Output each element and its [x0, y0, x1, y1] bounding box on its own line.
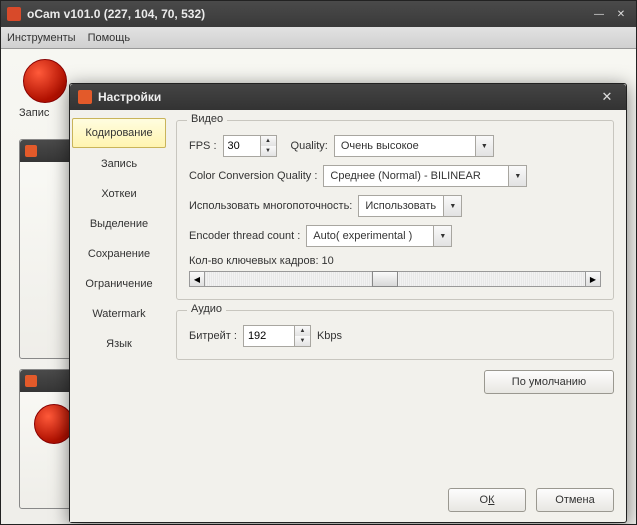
- encthreads-combo[interactable]: Auto( experimental ) ▼: [306, 225, 452, 247]
- chevron-down-icon[interactable]: ▼: [433, 226, 451, 246]
- window-controls: — ✕: [590, 7, 630, 21]
- settings-dialog: Настройки ✕ Кодирование Запись Хоткеи Вы…: [69, 83, 627, 523]
- ccq-row: Color Conversion Quality : Среднее (Norm…: [189, 165, 601, 187]
- ccq-value: Среднее (Normal) - BILINEAR: [324, 166, 508, 186]
- chevron-down-icon[interactable]: ▼: [508, 166, 526, 186]
- nav-language[interactable]: Язык: [72, 330, 166, 358]
- close-icon[interactable]: ✕: [612, 7, 630, 21]
- panel-icon: [25, 145, 37, 157]
- audio-group: Аудио Битрейт : ▲▼ Kbps: [176, 310, 614, 360]
- chevron-up-icon[interactable]: ▲: [261, 136, 276, 146]
- keyframes-row: Кол-во ключевых кадров: 10: [189, 255, 601, 267]
- multithread-combo[interactable]: Использовать ▼: [358, 195, 462, 217]
- dialog-icon: [78, 90, 92, 104]
- bitrate-input[interactable]: [244, 326, 294, 346]
- settings-nav: Кодирование Запись Хоткеи Выделение Сохр…: [70, 110, 168, 522]
- close-icon[interactable]: ✕: [596, 88, 618, 106]
- dialog-title: Настройки: [98, 90, 596, 104]
- ccq-combo[interactable]: Среднее (Normal) - BILINEAR ▼: [323, 165, 527, 187]
- keyframes-slider[interactable]: ◀ ▶: [189, 271, 601, 287]
- nav-limit[interactable]: Ограничение: [72, 270, 166, 298]
- main-body: Запис ISO MPEG-1 standard ( .AVI ) ISO M…: [1, 49, 636, 524]
- settings-content: Видео FPS : ▲▼ Quality: Очень высокое: [168, 110, 626, 522]
- dialog-footer: ОК Отмена: [448, 488, 614, 512]
- main-titlebar: oCam v101.0 (227, 104, 70, 532) — ✕: [1, 1, 636, 27]
- fps-spinner[interactable]: ▲▼: [223, 135, 277, 157]
- multithread-value: Использовать: [359, 196, 443, 216]
- chevron-down-icon[interactable]: ▼: [261, 146, 276, 156]
- audio-group-title: Аудио: [187, 303, 226, 315]
- encthreads-row: Encoder thread count : Auto( experimenta…: [189, 225, 601, 247]
- multithread-label: Использовать многопоточность:: [189, 200, 352, 212]
- dialog-titlebar[interactable]: Настройки ✕: [70, 84, 626, 110]
- defaults-row: По умолчанию: [176, 370, 614, 394]
- chevron-right-icon[interactable]: ▶: [585, 271, 601, 287]
- main-window: oCam v101.0 (227, 104, 70, 532) — ✕ Инст…: [0, 0, 637, 525]
- minimize-icon[interactable]: —: [590, 7, 608, 21]
- panel-icon: [25, 375, 37, 387]
- nav-hotkeys[interactable]: Хоткеи: [72, 180, 166, 208]
- slider-track[interactable]: [205, 271, 585, 287]
- ccq-label: Color Conversion Quality :: [189, 170, 317, 182]
- menu-help[interactable]: Помощь: [88, 32, 131, 44]
- menu-tools[interactable]: Инструменты: [7, 32, 76, 44]
- quality-value: Очень высокое: [335, 136, 475, 156]
- ok-button[interactable]: ОК: [448, 488, 526, 512]
- nav-save[interactable]: Сохранение: [72, 240, 166, 268]
- chevron-down-icon[interactable]: ▼: [295, 336, 310, 346]
- record-button[interactable]: [23, 59, 67, 103]
- video-group-title: Видео: [187, 113, 227, 125]
- chevron-down-icon[interactable]: ▼: [443, 196, 461, 216]
- quality-combo[interactable]: Очень высокое ▼: [334, 135, 494, 157]
- video-group: Видео FPS : ▲▼ Quality: Очень высокое: [176, 120, 614, 300]
- menubar: Инструменты Помощь: [1, 27, 636, 49]
- multithread-row: Использовать многопоточность: Использова…: [189, 195, 601, 217]
- app-icon: [7, 7, 21, 21]
- chevron-down-icon[interactable]: ▼: [475, 136, 493, 156]
- nav-encoding[interactable]: Кодирование: [72, 118, 166, 148]
- bitrate-label: Битрейт :: [189, 330, 237, 342]
- nav-selection[interactable]: Выделение: [72, 210, 166, 238]
- defaults-button[interactable]: По умолчанию: [484, 370, 614, 394]
- bitrate-row: Битрейт : ▲▼ Kbps: [189, 325, 601, 347]
- cancel-button[interactable]: Отмена: [536, 488, 614, 512]
- nav-watermark[interactable]: Watermark: [72, 300, 166, 328]
- encthreads-value: Auto( experimental ): [307, 226, 433, 246]
- record-label: Запис: [19, 107, 49, 119]
- bitrate-unit: Kbps: [317, 330, 342, 342]
- encthreads-label: Encoder thread count :: [189, 230, 300, 242]
- fps-row: FPS : ▲▼ Quality: Очень высокое ▼: [189, 135, 601, 157]
- bitrate-spinner[interactable]: ▲▼: [243, 325, 311, 347]
- nav-record[interactable]: Запись: [72, 150, 166, 178]
- fps-input[interactable]: [224, 136, 260, 156]
- chevron-up-icon[interactable]: ▲: [295, 326, 310, 336]
- slider-thumb[interactable]: [372, 271, 398, 287]
- record-button-small[interactable]: [34, 404, 74, 444]
- main-title: oCam v101.0 (227, 104, 70, 532): [27, 7, 590, 21]
- keyframes-label: Кол-во ключевых кадров: 10: [189, 255, 334, 267]
- dialog-body: Кодирование Запись Хоткеи Выделение Сохр…: [70, 110, 626, 522]
- fps-label: FPS :: [189, 140, 217, 152]
- quality-label: Quality:: [291, 140, 328, 152]
- chevron-left-icon[interactable]: ◀: [189, 271, 205, 287]
